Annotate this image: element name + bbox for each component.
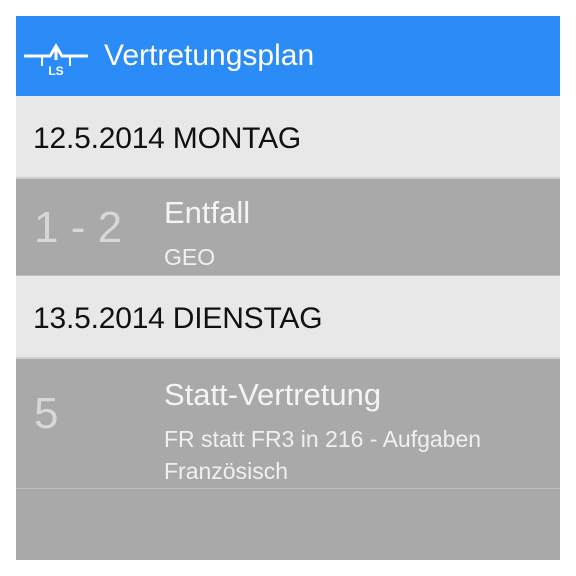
day-date-label: 12.5.2014 MONTAG [33, 122, 302, 155]
day-header-tuesday: 13.5.2014 DIENSTAG [16, 276, 560, 359]
app-logo-icon[interactable]: LS [22, 30, 92, 82]
page-title: Vertretungsplan [104, 39, 315, 72]
entry-type: Entfall [164, 195, 251, 230]
list-item[interactable]: 5 Statt-Vertretung FR statt FR3 in 216 -… [16, 359, 560, 489]
day-date-label: 13.5.2014 DIENSTAG [33, 302, 323, 335]
entry-detail: FR statt FR3 in 216 - Aufgaben Französis… [164, 426, 482, 484]
entry-hours: 5 [34, 389, 59, 438]
entry-hours: 1 - 2 [34, 203, 123, 252]
day-header-monday: 12.5.2014 MONTAG [16, 96, 560, 179]
entry-type: Statt-Vertretung [164, 377, 382, 412]
entry-detail: GEO [164, 244, 216, 270]
app-bar: LS Vertretungsplan [16, 16, 560, 96]
list-item[interactable]: 1 - 2 Entfall GEO [16, 179, 560, 276]
app-window: LS Vertretungsplan 12.5.2014 MONTAG 1 - … [16, 16, 560, 560]
logo-text: LS [48, 64, 63, 78]
